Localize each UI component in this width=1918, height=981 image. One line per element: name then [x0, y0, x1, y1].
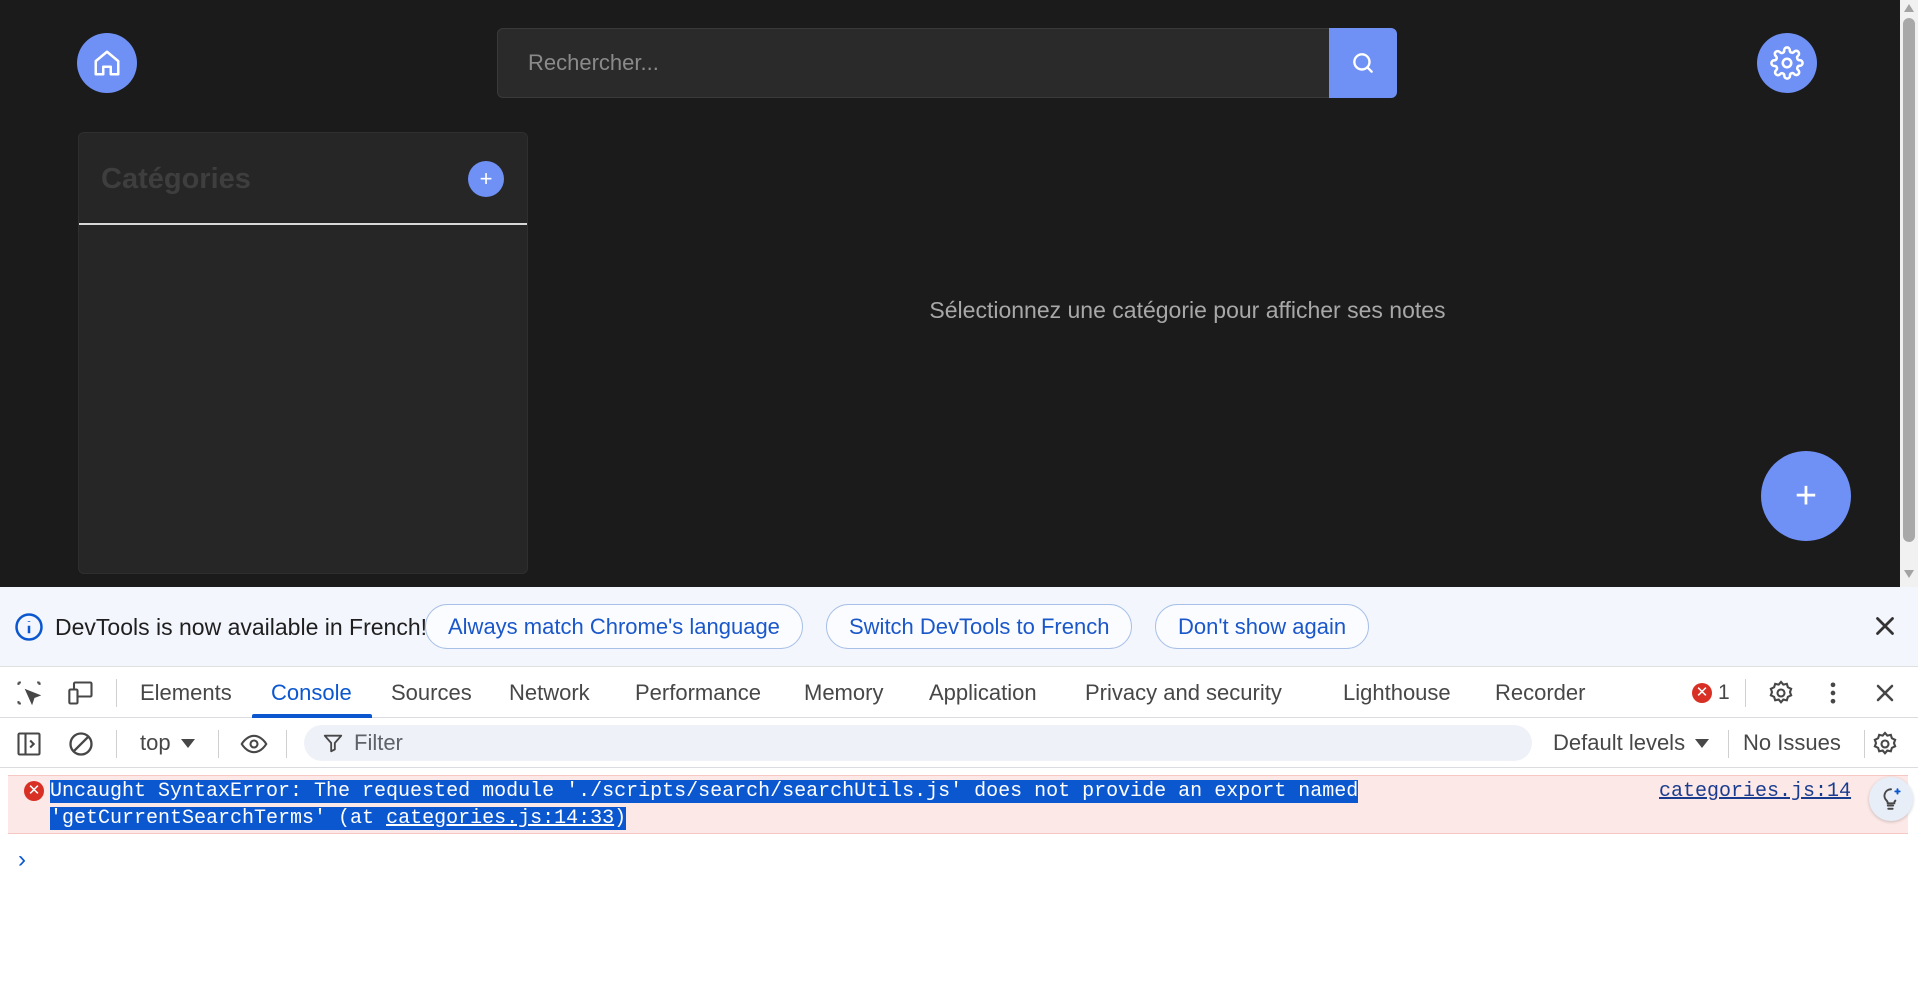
settings-button[interactable] — [1757, 33, 1817, 93]
toolbar-separator — [116, 679, 117, 707]
tab-memory[interactable]: Memory — [804, 667, 883, 718]
filter-box — [304, 725, 1532, 761]
match-language-button[interactable]: Always match Chrome's language — [425, 604, 803, 649]
chevron-down-icon — [1695, 738, 1710, 748]
empty-notes-message: Sélectionnez une catégorie pour afficher… — [929, 297, 1446, 323]
categories-panel: Catégories + — [78, 132, 528, 574]
context-selector[interactable]: top — [140, 730, 195, 756]
toolbar-separator — [1864, 730, 1865, 758]
ai-assistance-button[interactable] — [1869, 777, 1913, 821]
clear-console-icon[interactable] — [66, 730, 96, 758]
ai-assistance-icon — [1883, 788, 1901, 810]
tab-application[interactable]: Application — [929, 667, 1037, 718]
more-vert-icon[interactable] — [1818, 679, 1848, 707]
error-icon: ✕ — [1692, 683, 1712, 703]
toolbar-separator — [1728, 730, 1729, 758]
language-banner: DevTools is now available in French! Alw… — [0, 587, 1918, 667]
devtools-panel: DevTools is now available in French! Alw… — [0, 587, 1918, 981]
toolbar-separator — [218, 730, 219, 758]
console-prompt[interactable]: › — [18, 846, 1898, 876]
inspect-element-icon[interactable] — [14, 679, 44, 707]
scroll-thumb[interactable] — [1903, 18, 1915, 542]
scroll-down-arrow[interactable] — [1904, 570, 1914, 578]
categories-header: Catégories + — [79, 133, 527, 225]
context-value: top — [140, 730, 171, 755]
gear-icon[interactable] — [1766, 679, 1796, 707]
console-output: ✕ Uncaught SyntaxError: The requested mo… — [0, 768, 1918, 981]
close-icon[interactable] — [1870, 679, 1900, 707]
error-line-2-prefix: 'getCurrentSearchTerms' (at — [50, 807, 387, 830]
error-text: Uncaught SyntaxError: The requested modu… — [50, 778, 1440, 832]
tab-elements[interactable]: Elements — [140, 667, 232, 718]
page-scrollbar[interactable] — [1900, 0, 1918, 587]
dont-show-again-button[interactable]: Don't show again — [1155, 604, 1370, 649]
home-icon — [94, 50, 120, 76]
error-line-1: Uncaught SyntaxError: The requested modu… — [50, 780, 1359, 803]
close-icon[interactable] — [1870, 611, 1900, 641]
log-levels-value: Default levels — [1553, 730, 1686, 755]
tab-privacy-security[interactable]: Privacy and security — [1085, 667, 1282, 718]
search-icon — [1353, 53, 1373, 73]
tab-network[interactable]: Network — [509, 667, 590, 718]
tab-sources[interactable]: Sources — [391, 667, 472, 718]
categories-title: Catégories — [101, 163, 251, 195]
tab-lighthouse[interactable]: Lighthouse — [1343, 667, 1451, 718]
add-category-button[interactable]: + — [468, 161, 504, 197]
log-levels-dropdown[interactable]: Default levels — [1553, 730, 1710, 756]
devtools-tab-bar: Elements Console Sources Network Perform… — [0, 667, 1918, 718]
tab-console[interactable]: Console — [271, 667, 352, 718]
sidebar-toggle-icon[interactable] — [14, 730, 44, 758]
console-toolbar: top Default levels No Issues — [0, 718, 1918, 768]
home-button[interactable] — [77, 33, 137, 93]
app-viewport: Catégories + Sélectionnez une catégorie … — [0, 0, 1918, 587]
add-note-fab[interactable]: + — [1761, 451, 1851, 541]
tab-performance[interactable]: Performance — [635, 667, 761, 718]
console-error-message[interactable]: ✕ Uncaught SyntaxError: The requested mo… — [8, 775, 1913, 834]
filter-input[interactable] — [354, 730, 1504, 756]
error-location-link[interactable]: categories.js:14:33 — [386, 807, 614, 830]
toolbar-separator — [116, 730, 117, 758]
chevron-down-icon — [180, 738, 195, 748]
error-source-link[interactable]: categories.js:14 — [1659, 780, 1851, 803]
issues-status[interactable]: No Issues — [1743, 730, 1841, 756]
toolbar-separator — [1745, 679, 1746, 707]
scroll-up-arrow[interactable] — [1904, 4, 1914, 12]
language-banner-text: DevTools is now available in French! — [55, 614, 428, 640]
device-toolbar-icon[interactable] — [66, 679, 96, 707]
search-button[interactable] — [1329, 28, 1397, 98]
info-icon — [15, 613, 43, 641]
error-count: 1 — [1718, 681, 1730, 704]
error-count-badge[interactable]: ✕ 1 — [1692, 681, 1730, 705]
search-input[interactable] — [497, 28, 1329, 98]
tab-recorder[interactable]: Recorder — [1495, 667, 1585, 718]
eye-icon[interactable] — [237, 730, 271, 758]
toolbar-separator — [286, 730, 287, 758]
gear-icon[interactable] — [1870, 730, 1900, 758]
error-icon: ✕ — [24, 781, 44, 801]
error-line-2-suffix: ) — [614, 807, 627, 830]
filter-icon — [323, 734, 343, 753]
gear-icon — [1770, 46, 1804, 80]
switch-french-button[interactable]: Switch DevTools to French — [826, 604, 1133, 649]
search-bar — [497, 28, 1397, 98]
